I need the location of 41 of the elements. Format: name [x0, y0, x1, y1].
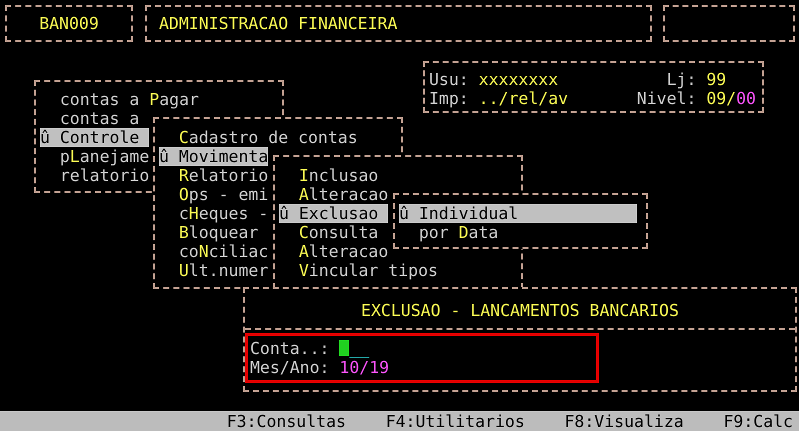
menu-item[interactable]: Vincular tipos	[279, 261, 438, 280]
field-label: Conta..:	[250, 339, 330, 358]
menu-item[interactable]: por Data	[399, 223, 638, 242]
menu-item[interactable]: Ops - emi	[159, 185, 268, 204]
field-value: ../rel/av	[478, 89, 568, 108]
function-key-label[interactable]: F3:Consultas	[226, 412, 346, 430]
field-value: 99	[706, 70, 726, 89]
function-key-label[interactable]: F4:Utilitarios	[386, 412, 525, 430]
field-value: xxxxxxxx	[478, 70, 558, 89]
menu-item[interactable]: contas a	[40, 109, 150, 128]
menu-item[interactable]: contas a Pagar	[40, 90, 199, 109]
menu-item[interactable]: Alteracao	[279, 185, 388, 204]
menu-item[interactable]: Bloquear	[159, 223, 268, 242]
field-value: 10/19	[339, 358, 390, 377]
field-label: Lj:	[666, 70, 696, 89]
field-value: 09/	[706, 89, 736, 108]
menu-item[interactable]: Ult.numer	[159, 261, 268, 280]
dialog-title: EXCLUSAO - LANCAMENTOS BANCARIOS	[361, 301, 679, 320]
menu-item[interactable]: Relatorio	[159, 166, 268, 185]
function-key-label[interactable]: F9:Calc	[723, 412, 793, 430]
menu-item[interactable]: û Individual	[399, 204, 638, 223]
field-value: 00	[736, 89, 756, 108]
menu-item[interactable]: Alteracao	[279, 242, 388, 261]
menu-item[interactable]: Inclusao	[279, 166, 388, 185]
menu-item[interactable]: û Controle	[40, 128, 150, 147]
menu-item[interactable]: û Movimenta	[159, 147, 268, 166]
field-label: Usu:	[429, 70, 469, 89]
field-label: Nivel:	[636, 89, 696, 108]
field-label: Mes/Ano:	[250, 358, 330, 377]
function-key-label[interactable]: F8:Visualiza	[564, 412, 684, 430]
system-title: ADMINISTRACAO FINANCEIRA	[159, 14, 398, 33]
menu-item[interactable]: Cadastro de contas	[159, 128, 358, 147]
field-label: Imp:	[429, 89, 469, 108]
menu-item[interactable]: Consulta	[279, 223, 388, 242]
input-field[interactable]: __	[339, 339, 370, 358]
menu-item[interactable]: û Exclusao	[279, 204, 388, 223]
menu-item[interactable]: coNciliac	[159, 242, 268, 261]
program-code: BAN009	[39, 14, 99, 33]
menu-item[interactable]: cHeques -	[159, 204, 268, 223]
menu-item[interactable]: pLanejame	[40, 147, 150, 166]
menu-item[interactable]: relatorio	[40, 166, 150, 185]
